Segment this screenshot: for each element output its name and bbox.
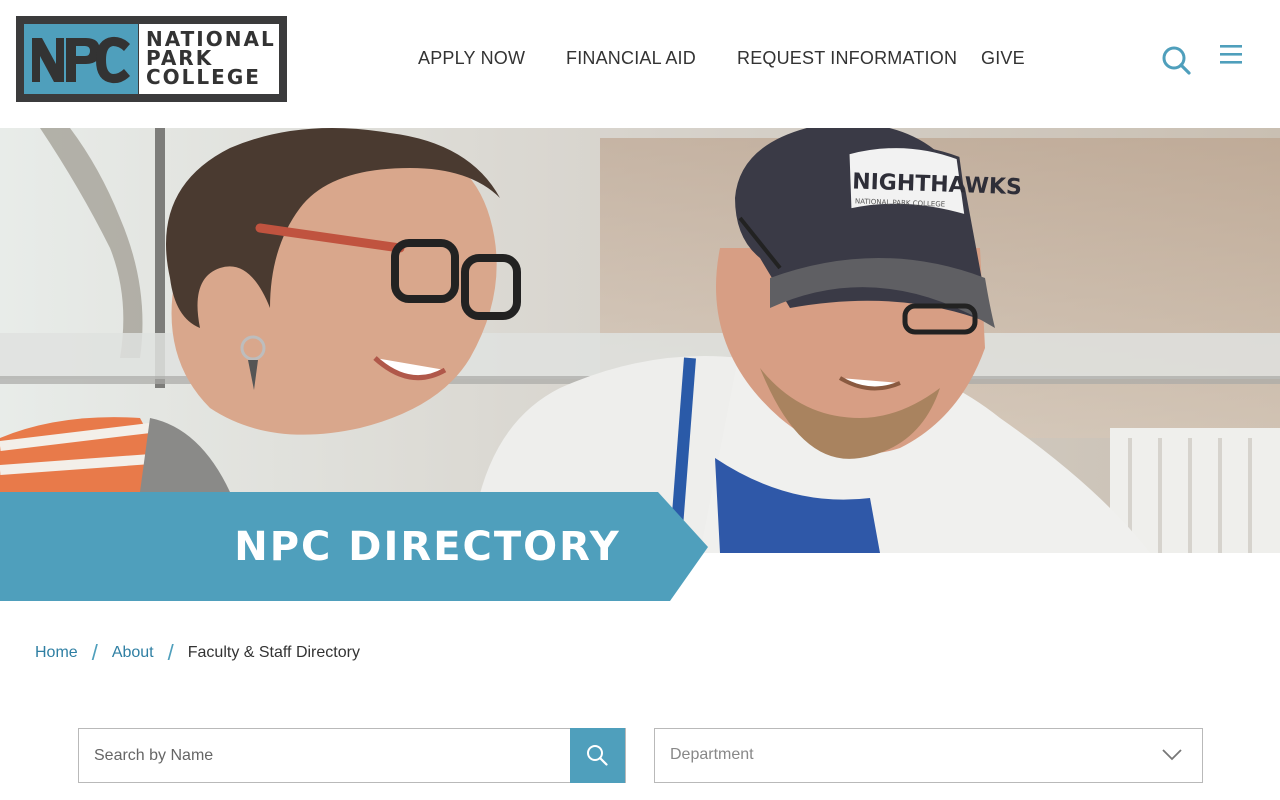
breadcrumb-separator: / [167,640,174,665]
site-logo[interactable]: NATIONAL PARK COLLEGE [16,16,287,102]
breadcrumb-current: Faculty & Staff Directory [187,644,360,661]
hero-image: NIGHTHAWKS NATIONAL PARK COLLEGE [0,128,1280,553]
nav-apply-now[interactable]: APPLY NOW [418,48,525,69]
logo-wordmark: NATIONAL PARK COLLEGE [139,24,279,94]
breadcrumb: Home / About / Faculty & Staff Directory [35,640,360,665]
search-icon [1162,46,1191,75]
search-submit-button[interactable] [570,728,625,783]
hamburger-menu-icon [1220,45,1242,64]
site-header: NATIONAL PARK COLLEGE APPLY NOW FINANCIA… [0,0,1280,128]
npc-monogram-icon [32,36,130,84]
breadcrumb-about[interactable]: About [112,644,154,662]
nav-give[interactable]: GIVE [981,48,1025,69]
search-icon [587,745,608,766]
search-input[interactable] [79,729,571,782]
breadcrumb-separator: / [91,640,98,665]
header-search-button[interactable] [1160,44,1192,76]
page-title: NPC DIRECTORY [234,523,621,570]
page-title-banner: NPC DIRECTORY [0,492,710,601]
logo-mark [24,24,138,94]
nav-financial-aid[interactable]: FINANCIAL AID [566,48,696,69]
name-search-box [78,728,626,783]
logo-line-college: COLLEGE [146,65,261,89]
breadcrumb-home[interactable]: Home [35,644,78,662]
nav-request-information[interactable]: REQUEST INFORMATION [737,48,957,69]
department-select[interactable]: Department [654,728,1203,783]
hero-photo: NIGHTHAWKS NATIONAL PARK COLLEGE [0,128,1280,553]
chevron-down-icon [1162,749,1182,761]
header-menu-button[interactable] [1218,44,1244,66]
department-select-label: Department [670,746,754,763]
